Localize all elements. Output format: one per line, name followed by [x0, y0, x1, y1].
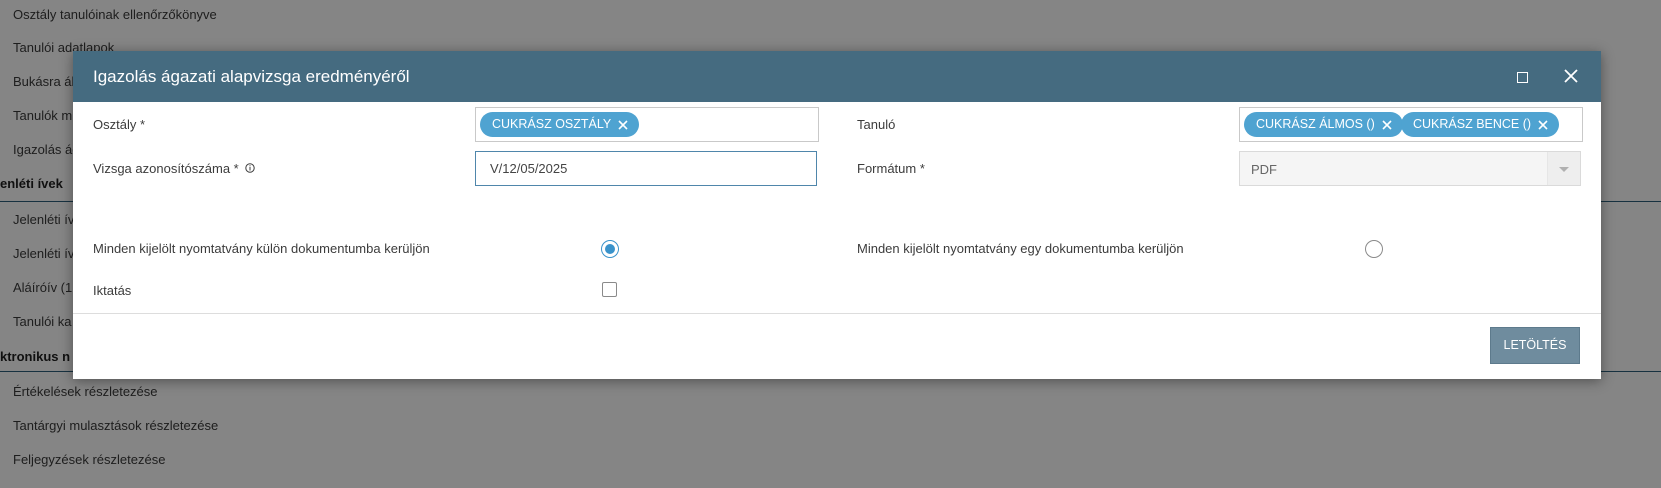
vizsga-label: Vizsga azonosítószáma *	[93, 161, 256, 176]
vizsga-label-text: Vizsga azonosítószáma *	[93, 161, 239, 176]
chevron-down-icon[interactable]	[1547, 152, 1580, 185]
formatum-label: Formátum *	[857, 161, 925, 176]
egy-radio[interactable]	[1365, 240, 1383, 258]
kulon-label: Minden kijelölt nyomtatvány külön dokume…	[93, 241, 430, 256]
egy-label: Minden kijelölt nyomtatvány egy dokument…	[857, 241, 1184, 256]
certificate-dialog: Igazolás ágazati alapvizsga eredményéről…	[73, 51, 1601, 379]
iktatas-checkbox[interactable]	[602, 282, 617, 297]
tag-label: CUKRÁSZ ÁLMOS ()	[1256, 117, 1375, 131]
dialog-header: Igazolás ágazati alapvizsga eredményéről	[73, 51, 1601, 102]
dialog-title: Igazolás ágazati alapvizsga eredményéről	[93, 67, 410, 86]
tanulo-tag: CUKRÁSZ BENCE ()	[1401, 112, 1560, 137]
tanulo-label: Tanuló	[857, 117, 896, 132]
download-button[interactable]: LETÖLTÉS	[1490, 327, 1580, 364]
iktatas-label: Iktatás	[93, 283, 132, 298]
osztaly-multiselect[interactable]: CUKRÁSZ OSZTÁLY	[475, 107, 819, 142]
tanulo-tag: CUKRÁSZ ÁLMOS ()	[1244, 112, 1403, 137]
footer-divider	[73, 313, 1601, 314]
tag-label: CUKRÁSZ BENCE ()	[1413, 117, 1532, 131]
vizsga-input[interactable]	[475, 151, 817, 186]
tanulo-multiselect[interactable]: CUKRÁSZ ÁLMOS () CUKRÁSZ BENCE ()	[1239, 107, 1583, 142]
x-icon[interactable]	[1381, 119, 1393, 131]
tag-label: CUKRÁSZ OSZTÁLY	[492, 117, 612, 131]
x-icon[interactable]	[617, 119, 629, 131]
osztaly-tag: CUKRÁSZ OSZTÁLY	[480, 112, 640, 137]
close-icon[interactable]	[1561, 66, 1581, 86]
maximize-icon[interactable]	[1513, 68, 1531, 86]
x-icon[interactable]	[1537, 119, 1549, 131]
formatum-value: PDF	[1251, 162, 1277, 177]
kulon-radio[interactable]	[601, 240, 619, 258]
osztaly-label: Osztály *	[93, 117, 146, 132]
info-icon[interactable]	[245, 163, 256, 173]
formatum-select[interactable]: PDF	[1239, 151, 1581, 186]
